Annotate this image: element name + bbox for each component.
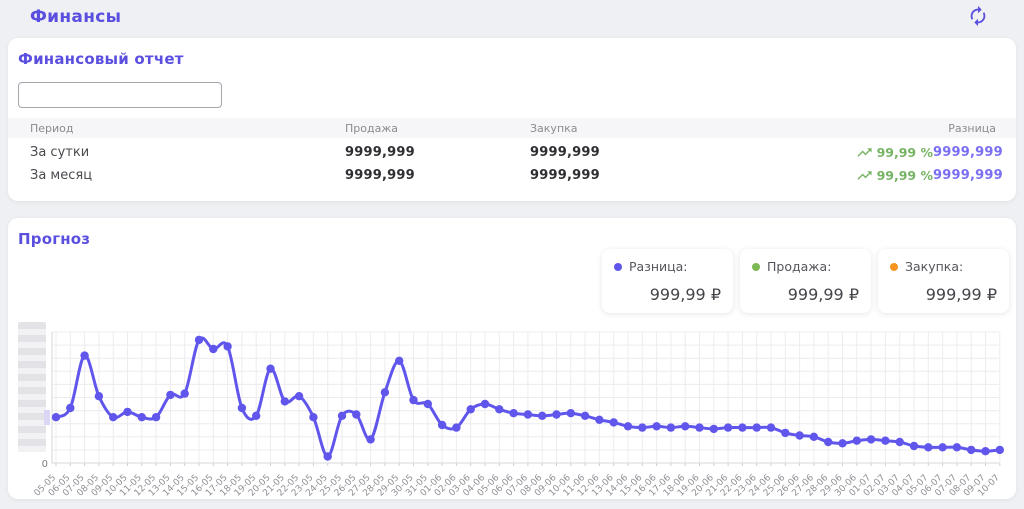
diff-cell: 9999,999 xyxy=(933,138,1016,163)
table-row: За сутки 9999,999 9999,999 99,99 % 9999,… xyxy=(8,138,1016,163)
legend-card-purchase: Закупка: 999,99 ₽ xyxy=(878,249,1009,313)
table-row: За месяц 9999,999 9999,999 99,99 % 9999,… xyxy=(8,163,1016,188)
purchase-cell: 9999,999 xyxy=(530,163,788,188)
diff-series-dot-icon xyxy=(614,263,622,271)
legend-card-sale: Продажа: 999,99 ₽ xyxy=(740,249,871,313)
percent-cell: 99,99 % xyxy=(788,138,933,163)
forecast-card: Прогноз Разница: 999,99 ₽ Продажа: 999,9… xyxy=(8,218,1016,499)
legend-card-diff: Разница: 999,99 ₽ xyxy=(602,249,733,313)
report-filter-input[interactable] xyxy=(18,82,222,108)
refresh-button[interactable] xyxy=(966,5,990,29)
header-period: Период xyxy=(8,118,345,138)
sale-cell: 9999,999 xyxy=(345,163,530,188)
header-purchase: Закупка xyxy=(530,118,788,138)
sale-series-dot-icon xyxy=(752,263,760,271)
financial-report-card: Финансовый отчет Период Продажа Закупка … xyxy=(8,38,1016,201)
trending-up-icon xyxy=(856,168,877,183)
header-diff: Разница xyxy=(933,118,1016,138)
svg-text:0: 0 xyxy=(42,459,48,470)
page-title: Финансы xyxy=(30,7,121,27)
legend-label: Разница: xyxy=(629,259,688,274)
diff-cell: 9999,999 xyxy=(933,163,1016,188)
sale-cell: 9999,999 xyxy=(345,138,530,163)
period-cell: За сутки xyxy=(8,138,345,163)
purchase-cell: 9999,999 xyxy=(530,138,788,163)
legend-value: 999,99 ₽ xyxy=(926,285,997,304)
period-cell: За месяц xyxy=(8,163,345,188)
report-title: Финансовый отчет xyxy=(18,50,184,68)
header-sale: Продажа xyxy=(345,118,530,138)
legend-value: 999,99 ₽ xyxy=(788,285,859,304)
forecast-chart: 05-0506-0507-0508-0509-0510-0511-0512-05… xyxy=(14,322,1010,499)
table-header-row: Период Продажа Закупка Разница xyxy=(8,118,1016,138)
percent-cell: 99,99 % xyxy=(788,163,933,188)
finance-page: Финансы Финансовый отчет Период Продажа … xyxy=(0,0,1024,509)
line-chart: 05-0506-0507-0508-0509-0510-0511-0512-05… xyxy=(14,330,1004,499)
forecast-title: Прогноз xyxy=(18,230,90,248)
purchase-series-dot-icon xyxy=(890,263,898,271)
top-bar: Финансы xyxy=(0,0,1024,36)
legend-value: 999,99 ₽ xyxy=(650,285,721,304)
legend-label: Закупка: xyxy=(905,259,963,274)
trending-up-icon xyxy=(856,145,877,160)
legend-label: Продажа: xyxy=(767,259,831,274)
report-table: Период Продажа Закупка Разница За сутки … xyxy=(8,118,1016,188)
chart-legend: Разница: 999,99 ₽ Продажа: 999,99 ₽ Заку… xyxy=(602,249,1009,313)
refresh-icon xyxy=(967,15,989,30)
